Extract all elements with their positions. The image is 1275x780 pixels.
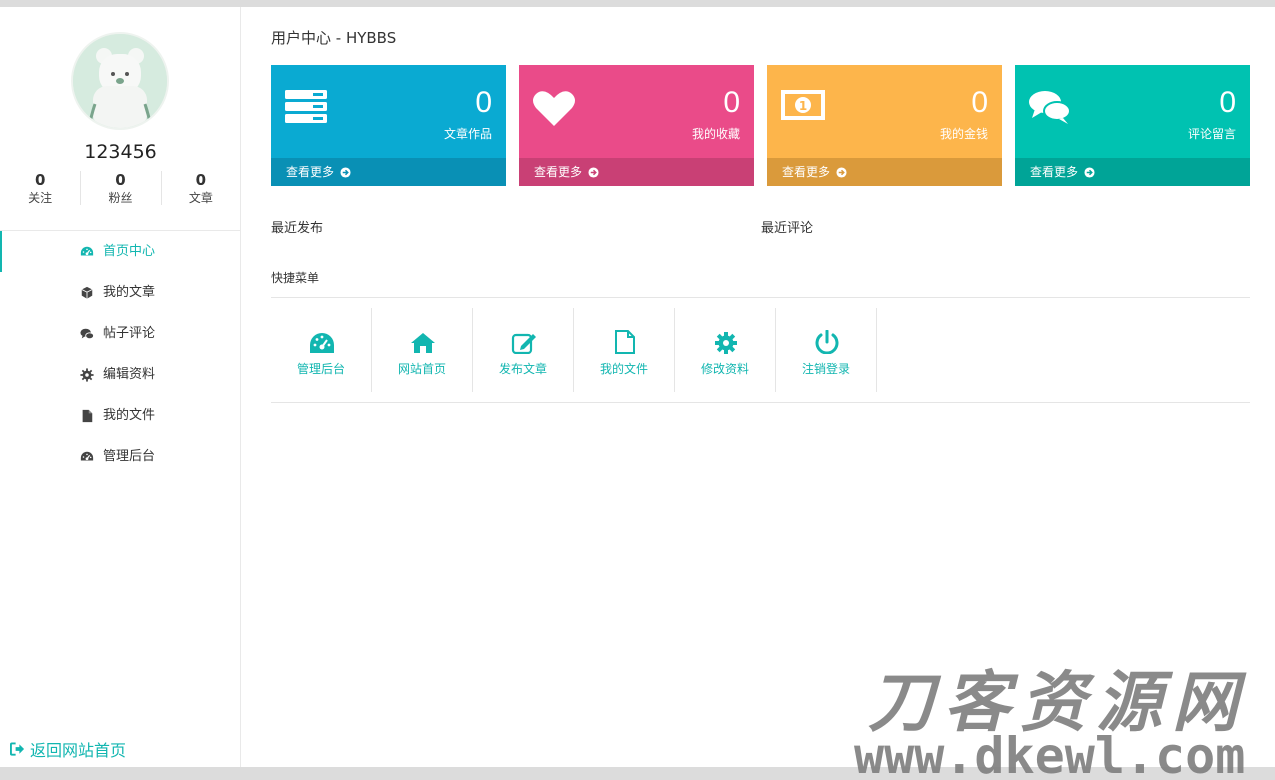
- sidebar: 123456 0 关注 0 粉丝 0 文章 首页中心 我的文章 帖子评论 编辑资…: [0, 7, 241, 767]
- card-favorites[interactable]: 0 我的收藏 查看更多: [519, 65, 754, 186]
- stat-following-label: 关注: [28, 191, 53, 205]
- avatar[interactable]: [71, 32, 169, 130]
- card-more-link[interactable]: 查看更多: [271, 158, 506, 186]
- card-label: 评论留言: [1187, 127, 1236, 141]
- arrow-circle-right-icon: [340, 166, 351, 178]
- dashboard-icon: [80, 451, 94, 461]
- stat-articles-label: 文章: [188, 191, 213, 205]
- card-body: 0 评论留言: [1015, 65, 1250, 158]
- stat-following-count: 0: [34, 171, 46, 189]
- card-money[interactable]: 1 0 我的金钱 查看更多: [767, 65, 1002, 186]
- sidebar-item-label: 首页中心: [103, 244, 156, 259]
- card-more-label: 查看更多: [286, 165, 335, 179]
- back-home-label: 返回网站首页: [30, 741, 127, 760]
- gear-icon: [80, 368, 94, 382]
- quick-menu-divider-bottom: [271, 402, 1250, 403]
- user-stats: 0 关注 0 粉丝 0 文章: [0, 171, 241, 211]
- quick-item-admin[interactable]: 管理后台: [271, 308, 372, 392]
- comments-icon: [80, 328, 94, 340]
- comments-icon: [1029, 91, 1071, 124]
- stat-articles-count: 0: [195, 171, 207, 189]
- card-count: 0: [723, 86, 740, 119]
- card-articles[interactable]: 0 文章作品 查看更多: [271, 65, 506, 186]
- file-icon: [82, 409, 93, 423]
- card-label: 我的金钱: [939, 127, 988, 141]
- quick-menu-divider-top: [271, 297, 1250, 298]
- card-body: 0 文章作品: [271, 65, 506, 158]
- bear-avatar-icon: [73, 34, 167, 128]
- dashboard-icon: [310, 333, 334, 353]
- recent-comments-title: 最近评论: [761, 221, 814, 236]
- stat-followers-count: 0: [115, 171, 126, 189]
- sidebar-item-label: 我的文件: [103, 408, 156, 423]
- card-count: 0: [1219, 86, 1236, 119]
- card-body: 0 我的收藏: [519, 65, 754, 158]
- card-more-link[interactable]: 查看更多: [1015, 158, 1250, 186]
- stat-followers-label: 粉丝: [108, 191, 133, 205]
- sidebar-item-home-center[interactable]: 首页中心: [0, 231, 240, 272]
- stat-following[interactable]: 0 关注: [0, 171, 80, 211]
- stat-articles[interactable]: 0 文章: [160, 171, 241, 211]
- recent-posts-title: 最近发布: [271, 221, 324, 236]
- sidebar-item-label: 管理后台: [103, 449, 156, 464]
- sidebar-item-label: 帖子评论: [103, 326, 156, 341]
- sidebar-item-edit-profile[interactable]: 编辑资料: [0, 354, 240, 395]
- card-more-link[interactable]: 查看更多: [767, 158, 1002, 186]
- sidebar-item-my-files[interactable]: 我的文件: [0, 395, 240, 436]
- arrow-circle-right-icon: [1084, 166, 1095, 178]
- quick-menu-title: 快捷菜单: [271, 271, 320, 285]
- sidebar-item-my-articles[interactable]: 我的文章: [0, 272, 240, 313]
- quick-item-label: 管理后台: [296, 362, 345, 376]
- card-comments[interactable]: 0 评论留言 查看更多: [1015, 65, 1250, 186]
- card-body: 1 0 我的金钱: [767, 65, 1002, 158]
- quick-item-label: 注销登录: [801, 362, 850, 376]
- gear-icon: [715, 332, 737, 354]
- page-title: 用户中心 - HYBBS: [271, 29, 397, 47]
- stat-followers[interactable]: 0 粉丝: [80, 171, 160, 211]
- watermark-url: www.dkewl.com: [854, 727, 1246, 780]
- quick-item-label: 我的文件: [599, 362, 648, 376]
- sidebar-item-label: 我的文章: [103, 285, 156, 300]
- card-more-link[interactable]: 查看更多: [519, 158, 754, 186]
- quick-item-my-files[interactable]: 我的文件: [574, 308, 675, 392]
- server-icon: [285, 90, 327, 123]
- quick-item-label: 网站首页: [397, 362, 446, 376]
- power-icon: [815, 330, 839, 354]
- page: 123456 0 关注 0 粉丝 0 文章 首页中心 我的文章 帖子评论 编辑资…: [0, 7, 1275, 780]
- card-count: 0: [971, 86, 988, 119]
- home-icon: [411, 333, 435, 353]
- cube-icon: [81, 286, 93, 299]
- quick-item-label: 发布文章: [498, 362, 547, 376]
- quick-item-edit-profile[interactable]: 修改资料: [675, 308, 776, 392]
- quick-item-publish-article[interactable]: 发布文章: [473, 308, 574, 392]
- dashboard-icon: [80, 246, 94, 256]
- sidebar-item-admin[interactable]: 管理后台: [0, 436, 240, 477]
- card-label: 我的收藏: [691, 127, 740, 141]
- edit-icon: [511, 333, 536, 354]
- money-icon: 1: [781, 90, 825, 120]
- sidebar-nav: 首页中心 我的文章 帖子评论 编辑资料 我的文件 管理后台: [0, 231, 240, 477]
- card-more-label: 查看更多: [782, 165, 831, 179]
- arrow-circle-right-icon: [836, 166, 847, 178]
- card-count: 0: [475, 86, 492, 119]
- card-more-label: 查看更多: [1030, 165, 1079, 179]
- username: 123456: [84, 141, 157, 163]
- quick-item-site-home[interactable]: 网站首页: [372, 308, 473, 392]
- quick-item-logout[interactable]: 注销登录: [776, 308, 877, 392]
- svg-text:1: 1: [799, 99, 807, 113]
- sign-out-icon: [10, 742, 25, 756]
- sidebar-item-label: 编辑资料: [103, 367, 156, 382]
- heart-icon: [533, 91, 575, 126]
- arrow-circle-right-icon: [588, 166, 599, 178]
- back-home-link[interactable]: 返回网站首页: [10, 737, 126, 761]
- quick-menu: 管理后台 网站首页 发布文章 我的文件 修改资料 注销登录: [271, 308, 877, 392]
- card-more-label: 查看更多: [534, 165, 583, 179]
- file-outline-icon: [615, 330, 635, 354]
- stat-cards: 0 文章作品 查看更多 0 我的收藏 查看更多 1 0 我的金钱 查看更多 0 …: [271, 65, 1250, 186]
- quick-item-label: 修改资料: [700, 362, 749, 376]
- card-label: 文章作品: [443, 127, 492, 141]
- sidebar-item-post-comments[interactable]: 帖子评论: [0, 313, 240, 354]
